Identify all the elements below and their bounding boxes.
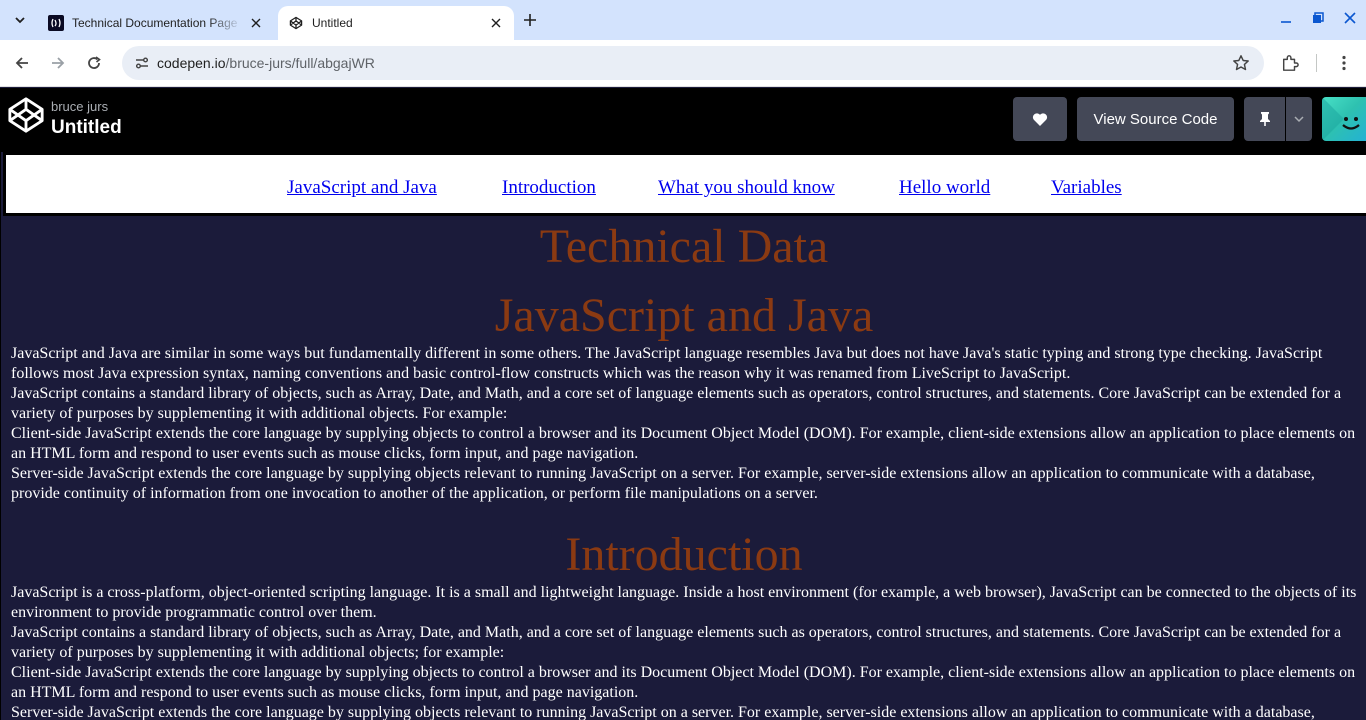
reload-icon[interactable] <box>82 51 106 75</box>
minimize-icon[interactable] <box>1274 8 1298 28</box>
nav-link-hello-world[interactable]: Hello world <box>899 177 990 199</box>
maximize-icon[interactable] <box>1306 8 1330 28</box>
browser-toolbar: codepen.io/bruce-jurs/full/abgajWR <box>0 40 1366 87</box>
heart-button[interactable] <box>1013 97 1067 141</box>
site-info-icon[interactable] <box>130 51 154 75</box>
pen-preview: JavaScript and Java Introduction What yo… <box>0 152 1366 720</box>
url-path: /bruce-jurs/full/abgajWR <box>225 55 375 71</box>
fcc-favicon-icon <box>48 15 64 31</box>
toolbar-divider <box>1316 54 1317 72</box>
paragraph: Client-side JavaScript extends the core … <box>11 664 1356 701</box>
nav-link-javascript-and-java[interactable]: JavaScript and Java <box>287 177 437 199</box>
codepen-logo-icon[interactable] <box>7 96 45 134</box>
address-bar[interactable]: codepen.io/bruce-jurs/full/abgajWR <box>122 46 1264 80</box>
paragraph: JavaScript and Java are similar in some … <box>11 345 1323 382</box>
paragraph: JavaScript contains a standard library o… <box>11 624 1342 661</box>
extensions-icon[interactable] <box>1278 51 1302 75</box>
tab-technical-documentation[interactable]: Technical Documentation Page <box>38 6 274 40</box>
back-icon[interactable] <box>10 51 34 75</box>
navbar: JavaScript and Java Introduction What yo… <box>3 152 1366 216</box>
pin-button[interactable] <box>1244 97 1285 141</box>
browser-tabstrip: Technical Documentation Page Untitled <box>0 0 1366 40</box>
tab-title: Technical Documentation Page <box>72 16 238 30</box>
new-tab-icon[interactable] <box>520 10 540 30</box>
pin-icon <box>1259 112 1270 126</box>
pen-title: Untitled <box>51 117 122 138</box>
star-icon[interactable] <box>1230 52 1252 74</box>
section-heading: JavaScript and Java <box>494 289 874 342</box>
avatar[interactable] <box>1322 97 1366 141</box>
close-icon[interactable] <box>488 15 504 31</box>
nav-link-what-you-should-know[interactable]: What you should know <box>658 177 835 199</box>
window-close-icon[interactable] <box>1338 8 1362 28</box>
pen-author[interactable]: bruce jurs <box>51 99 108 114</box>
pin-menu-button[interactable] <box>1286 97 1312 141</box>
view-source-button[interactable]: View Source Code <box>1077 97 1234 141</box>
paragraph: Server-side JavaScript extends the core … <box>11 704 1315 720</box>
url-host: codepen.io <box>157 55 226 71</box>
close-icon[interactable] <box>248 15 264 31</box>
forward-icon[interactable] <box>46 51 70 75</box>
url-text: codepen.io/bruce-jurs/full/abgajWR <box>157 55 375 71</box>
kebab-menu-icon[interactable] <box>1332 51 1356 75</box>
page-title: Technical Data <box>539 220 829 273</box>
tab-untitled[interactable]: Untitled <box>278 6 514 40</box>
tab-search-icon[interactable] <box>8 8 32 32</box>
paragraph: JavaScript is a cross-platform, object-o… <box>11 584 1357 621</box>
nav-link-variables[interactable]: Variables <box>1051 177 1122 199</box>
paragraph: Client-side JavaScript extends the core … <box>11 425 1356 462</box>
nav-link-introduction[interactable]: Introduction <box>502 177 596 199</box>
heart-icon <box>1032 112 1048 126</box>
codepen-header: bruce jurs Untitled View Source Code <box>0 88 1366 152</box>
tab-title: Untitled <box>312 16 353 30</box>
chevron-down-icon <box>1294 116 1304 123</box>
section-heading: Introduction <box>565 528 803 581</box>
paragraph: Server-side JavaScript extends the core … <box>11 465 1315 502</box>
paragraph: JavaScript contains a standard library o… <box>11 385 1342 422</box>
codepen-favicon <box>288 15 304 31</box>
